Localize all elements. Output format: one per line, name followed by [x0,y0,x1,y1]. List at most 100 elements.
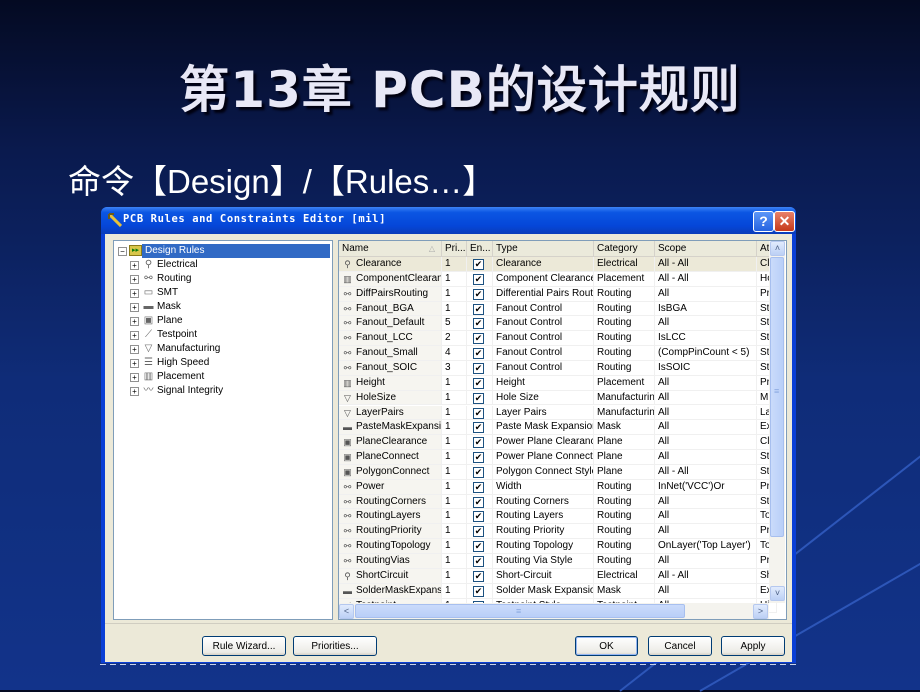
help-button[interactable]: ? [753,211,774,232]
table-row[interactable]: ⚲ShortCircuit1✔Short-CircuitElectricalAl… [339,569,769,584]
table-row[interactable]: ▽LayerPairs1✔Layer PairsManufacturingAll… [339,406,769,421]
collapse-icon[interactable]: − [118,247,127,256]
expand-icon[interactable]: + [130,373,139,382]
enabled-checkbox[interactable]: ✔ [473,274,484,285]
title-bar[interactable]: PCB Rules and Constraints Editor [mil] ?… [101,207,796,234]
cancel-button[interactable]: Cancel [648,636,712,656]
tree-item-smt[interactable]: +▭SMT [114,286,314,300]
close-button[interactable]: ✕ [774,211,795,232]
enabled-checkbox[interactable]: ✔ [473,467,484,478]
expand-icon[interactable]: + [130,359,139,368]
scroll-right-button[interactable]: > [753,604,768,619]
expand-icon[interactable]: + [130,275,139,284]
table-row[interactable]: ⚯RoutingPriority1✔Routing PriorityRoutin… [339,524,769,539]
table-row[interactable]: ⚯RoutingCorners1✔Routing CornersRoutingA… [339,495,769,510]
table-row[interactable]: ▥ComponentClearanc1✔Component ClearanceP… [339,272,769,287]
table-row[interactable]: ⚯Fanout_Default5✔Fanout ControlRoutingAl… [339,316,769,331]
enabled-checkbox[interactable]: ✔ [473,408,484,419]
enabled-checkbox[interactable]: ✔ [473,289,484,300]
table-row[interactable]: ▽HoleSize1✔Hole SizeManufacturingAllMi [339,391,769,406]
enabled-checkbox[interactable]: ✔ [473,393,484,404]
column-header-name[interactable]: Name△ [339,241,442,256]
rule-name: RoutingCorners [356,496,426,507]
table-row[interactable]: ⚯RoutingTopology1✔Routing TopologyRoutin… [339,539,769,554]
enabled-checkbox[interactable]: ✔ [473,422,484,433]
column-header-enabled[interactable]: En... [467,241,493,256]
column-header-type[interactable]: Type [493,241,594,256]
expand-icon[interactable]: + [130,261,139,270]
table-row[interactable]: ▬SolderMaskExpansic1✔Solder Mask Expansi… [339,584,769,599]
rules-tree[interactable]: − ▸▸ Design Rules +⚲Electrical+⚯Routing+… [113,240,333,620]
cell-type: Power Plane Connect S [496,451,594,462]
enabled-checkbox[interactable]: ✔ [473,437,484,448]
enabled-checkbox[interactable]: ✔ [473,586,484,597]
scroll-left-button[interactable]: < [339,604,354,619]
vertical-scroll-thumb[interactable]: ≡ [770,257,784,537]
column-header-priority[interactable]: Pri... [442,241,467,256]
cell-type: Power Plane Connect S [493,450,594,465]
tree-item-plane[interactable]: +▣Plane [114,314,314,328]
column-header-scope[interactable]: Scope [655,241,757,256]
priorities-button[interactable]: Priorities... [293,636,377,656]
scroll-up-button[interactable]: ˄ [770,241,785,256]
horizontal-scrollbar[interactable]: < ≡ > [339,603,769,619]
table-row[interactable]: ⚯RoutingVias1✔Routing Via StyleRoutingAl… [339,554,769,569]
tree-item-routing[interactable]: +⚯Routing [114,272,314,286]
tree-item-testpoint[interactable]: +⟋Testpoint [114,328,314,342]
expand-icon[interactable]: + [130,303,139,312]
tree-item-placement[interactable]: +▥Placement [114,370,314,384]
enabled-checkbox[interactable]: ✔ [473,497,484,508]
table-row[interactable]: ⚲Clearance1✔ClearanceElectricalAll - All… [339,257,769,272]
scroll-down-button[interactable]: ˅ [770,586,785,601]
expand-icon[interactable]: + [130,345,139,354]
table-row[interactable]: ▣PlaneClearance1✔Power Plane ClearancePl… [339,435,769,450]
enabled-checkbox[interactable]: ✔ [473,304,484,315]
cell-category: Plane [594,435,655,450]
enabled-checkbox[interactable]: ✔ [473,541,484,552]
enabled-checkbox[interactable]: ✔ [473,571,484,582]
enabled-checkbox[interactable]: ✔ [473,333,484,344]
enabled-checkbox[interactable]: ✔ [473,318,484,329]
table-row[interactable]: ⚯Fanout_BGA1✔Fanout ControlRoutingIsBGAS… [339,302,769,317]
rule-wizard-button[interactable]: Rule Wizard... [202,636,286,656]
enabled-checkbox[interactable]: ✔ [473,452,484,463]
grid-header: Name△Pri...En...TypeCategoryScopeAt [339,241,769,257]
table-row[interactable]: ▣PolygonConnect1✔Polygon Connect StylePl… [339,465,769,480]
tree-item-electrical[interactable]: +⚲Electrical [114,258,314,272]
tree-item-manufacturing[interactable]: +▽Manufacturing [114,342,314,356]
enabled-checkbox[interactable]: ✔ [473,363,484,374]
expand-icon[interactable]: + [130,317,139,326]
expand-icon[interactable]: + [130,331,139,340]
enabled-checkbox[interactable]: ✔ [473,556,484,567]
column-header-category[interactable]: Category [594,241,655,256]
enabled-checkbox[interactable]: ✔ [473,482,484,493]
table-row[interactable]: ⚯Fanout_SOIC3✔Fanout ControlRoutingIsSOI… [339,361,769,376]
cell-type: Short-Circuit [496,570,552,581]
expand-icon[interactable]: + [130,387,139,396]
table-row[interactable]: ⚯Fanout_Small4✔Fanout ControlRouting(Com… [339,346,769,361]
vertical-scrollbar[interactable]: ˄ ≡ ˅ [769,241,785,603]
enabled-checkbox[interactable]: ✔ [473,348,484,359]
column-header-label: En... [470,243,491,254]
tree-item-signal-integrity[interactable]: +〰Signal Integrity [114,384,314,398]
enabled-checkbox[interactable]: ✔ [473,511,484,522]
cell-scope: IsBGA [658,303,687,314]
table-row[interactable]: ⚯RoutingLayers1✔Routing LayersRoutingAll… [339,509,769,524]
table-row[interactable]: ▬PasteMaskExpansio1✔Paste Mask Expansion… [339,420,769,435]
tree-item-high-speed[interactable]: +☰High Speed [114,356,314,370]
enabled-checkbox[interactable]: ✔ [473,378,484,389]
table-row[interactable]: ▥Height1✔HeightPlacementAllPr [339,376,769,391]
apply-button[interactable]: Apply [721,636,785,656]
tree-item-design-rules[interactable]: − ▸▸ Design Rules [114,244,328,258]
enabled-checkbox[interactable]: ✔ [473,526,484,537]
table-row[interactable]: ⚯DiffPairsRouting1✔Differential Pairs Ro… [339,287,769,302]
enabled-checkbox[interactable]: ✔ [473,259,484,270]
table-row[interactable]: ▣PlaneConnect1✔Power Plane Connect SPlan… [339,450,769,465]
horizontal-scroll-thumb[interactable]: ≡ [355,604,685,618]
expand-icon[interactable]: + [130,289,139,298]
tree-item-mask[interactable]: +▬Mask [114,300,314,314]
ok-button[interactable]: OK [575,636,638,656]
table-row[interactable]: ⚯Fanout_LCC2✔Fanout ControlRoutingIsLCCS… [339,331,769,346]
table-row[interactable]: ⚯Power1✔WidthRoutingInNet('VCC')OrPr [339,480,769,495]
rules-grid[interactable]: Name△Pri...En...TypeCategoryScopeAt ⚲Cle… [338,240,787,620]
